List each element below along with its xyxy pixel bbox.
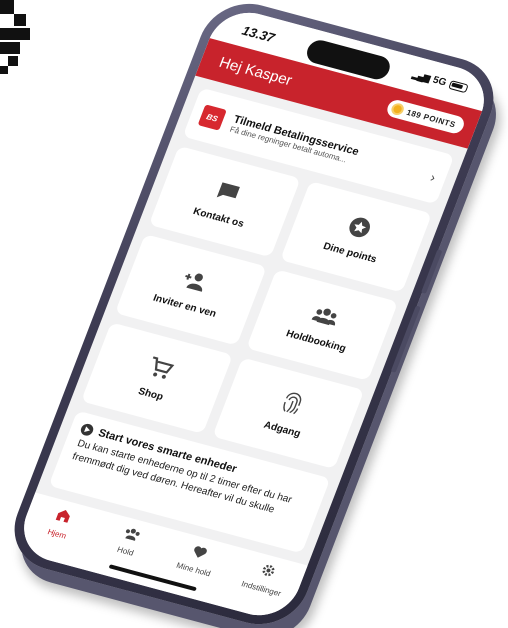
chevron-right-icon: › bbox=[428, 169, 439, 185]
tab-label: Indstillinger bbox=[240, 579, 283, 599]
main-content: BS Tilmeld Betalingsservice Få dine regn… bbox=[44, 87, 455, 565]
group-icon bbox=[120, 525, 142, 546]
tab-label: Mine hold bbox=[175, 560, 212, 579]
tab-indstillinger[interactable]: Indstillinger bbox=[231, 556, 300, 601]
battery-icon bbox=[448, 80, 469, 94]
points-label: 189 POINTS bbox=[405, 107, 458, 129]
add-person-icon bbox=[179, 266, 211, 295]
fingerprint-icon bbox=[276, 389, 308, 418]
home-icon bbox=[53, 507, 73, 528]
greeting-text: Hej Kasper bbox=[216, 53, 295, 89]
betalingsservice-logo: BS bbox=[197, 104, 227, 131]
action-grid: Kontakt os Dine points Inviter en ven Ho… bbox=[80, 145, 433, 470]
tab-label: Hold bbox=[115, 544, 135, 558]
status-time: 13.37 bbox=[239, 22, 277, 46]
network-label: 5G bbox=[431, 74, 448, 89]
tile-label: Shop bbox=[136, 385, 165, 403]
tile-label: Holdbooking bbox=[284, 327, 348, 355]
cart-icon bbox=[145, 354, 177, 383]
phone-screen: 13.37 ▂▄▆ 5G Hej Kasper 189 POINTS BS Ti… bbox=[12, 4, 496, 624]
tile-label: Inviter en ven bbox=[151, 292, 218, 320]
tab-hold[interactable]: Hold bbox=[95, 520, 164, 564]
tab-label: Hjem bbox=[46, 527, 68, 541]
phone-device: 13.37 ▂▄▆ 5G Hej Kasper 189 POINTS BS Ti… bbox=[1, 0, 507, 628]
play-icon bbox=[79, 422, 96, 437]
coin-icon bbox=[389, 101, 406, 117]
chat-icon bbox=[213, 177, 245, 206]
signal-icon: ▂▄▆ bbox=[410, 69, 432, 84]
star-badge-icon bbox=[344, 213, 376, 242]
phone-mockup: 13.37 ▂▄▆ 5G Hej Kasper 189 POINTS BS Ti… bbox=[0, 0, 508, 628]
tile-label: Dine points bbox=[321, 240, 379, 265]
group-icon bbox=[310, 301, 342, 330]
status-indicators: ▂▄▆ 5G bbox=[411, 69, 470, 94]
points-badge[interactable]: 189 POINTS bbox=[384, 98, 467, 136]
tile-label: Adgang bbox=[262, 419, 303, 440]
tile-label: Kontakt os bbox=[191, 205, 246, 230]
tab-mine-hold[interactable]: Mine hold bbox=[163, 538, 232, 582]
gear-icon bbox=[257, 562, 277, 583]
tab-hjem[interactable]: Hjem bbox=[26, 501, 95, 546]
heart-icon bbox=[189, 544, 209, 565]
